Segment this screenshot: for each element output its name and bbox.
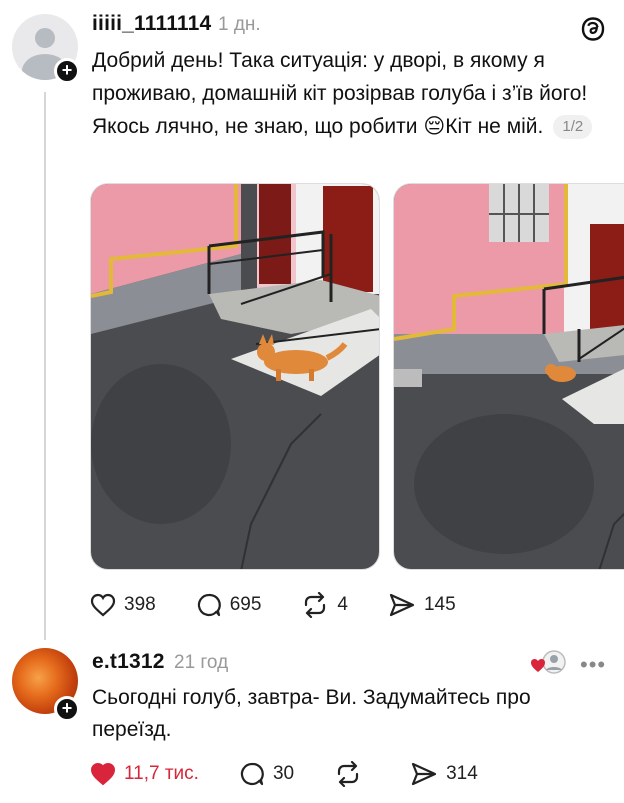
- share-button[interactable]: 145: [388, 592, 456, 618]
- share-count: 145: [423, 594, 456, 615]
- comment-text: Сьогодні голуб, завтра- Ви. Задумайтесь …: [92, 686, 531, 741]
- comment-icon: [240, 762, 264, 786]
- share-count: 314: [446, 763, 478, 784]
- comment-actions: 11,7 тис. 30 314: [90, 759, 518, 789]
- repost-icon: [337, 761, 359, 787]
- photo-1-scene: [91, 184, 379, 569]
- image-pager: 1/2: [553, 115, 593, 139]
- post-time: 1 дн.: [218, 14, 261, 35]
- comment-button[interactable]: 695: [196, 592, 262, 618]
- repost-icon: [305, 592, 326, 618]
- like-count: 398: [124, 594, 156, 615]
- repost-button[interactable]: 4: [301, 592, 348, 618]
- follow-plus-icon[interactable]: +: [54, 58, 80, 84]
- heart-filled-icon: [90, 762, 116, 786]
- like-button[interactable]: 11,7 тис.: [90, 762, 199, 786]
- follow-plus-icon[interactable]: +: [54, 696, 80, 722]
- share-icon: [389, 593, 415, 617]
- comment-username[interactable]: e.t1312: [92, 650, 165, 674]
- comment-time: 21 год: [174, 652, 229, 673]
- photo-2-scene: [394, 184, 624, 569]
- like-count: 11,7 тис.: [124, 763, 199, 784]
- repost-count: 4: [337, 594, 348, 615]
- comment-count: 695: [229, 594, 262, 615]
- author-liked-icon: [531, 650, 566, 674]
- post: + iiiii_1111114 1 дн. Добрий день! Така …: [0, 0, 624, 640]
- like-button[interactable]: 398: [90, 593, 156, 617]
- post-body: Добрий день! Така ситуація: у дворі, в я…: [92, 49, 588, 138]
- comment-button[interactable]: 30: [239, 761, 294, 787]
- threads-logo-icon[interactable]: [580, 16, 606, 42]
- comment: + e.t1312 21 год ••• Сьогодні голуб, зав…: [0, 640, 624, 803]
- post-photo-2[interactable]: [393, 183, 624, 570]
- post-text: Добрий день! Така ситуація: у дворі, в я…: [92, 44, 602, 143]
- comment-icon: [197, 593, 221, 617]
- heart-icon: [90, 593, 116, 617]
- post-photo-1[interactable]: [90, 183, 380, 570]
- more-icon[interactable]: •••: [580, 652, 606, 678]
- post-actions: 398 695 4 145: [90, 590, 496, 620]
- share-icon: [411, 762, 437, 786]
- repost-button[interactable]: [334, 761, 370, 787]
- share-button[interactable]: 314: [410, 761, 478, 787]
- avatar-head: [35, 28, 55, 48]
- post-username[interactable]: iiiii_1111114: [92, 12, 211, 36]
- comment-count: 30: [272, 763, 295, 784]
- thread-line: [44, 92, 46, 640]
